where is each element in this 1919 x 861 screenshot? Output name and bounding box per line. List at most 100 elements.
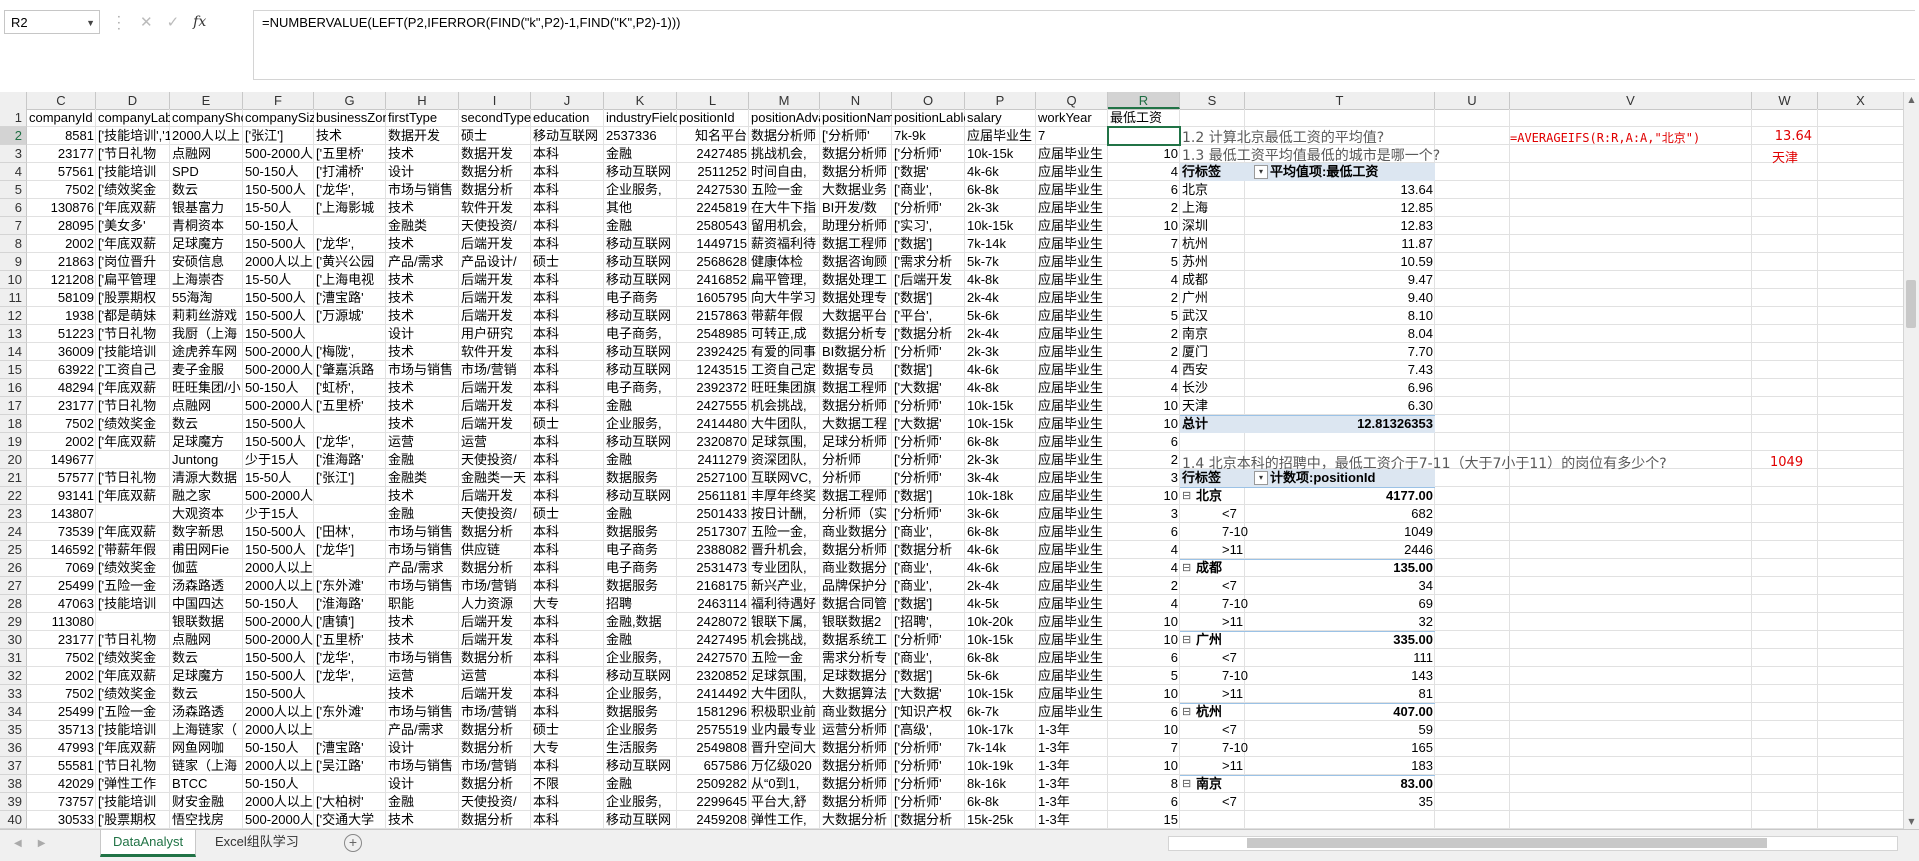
table-cell[interactable]: 2 bbox=[1108, 325, 1180, 343]
table-cell[interactable]: 技术 bbox=[386, 235, 459, 253]
table-cell[interactable]: 本科 bbox=[531, 793, 604, 811]
table-cell[interactable]: 清源大数据 bbox=[170, 469, 243, 487]
table-cell[interactable]: 网鱼网咖 bbox=[170, 739, 243, 757]
table-cell[interactable]: 市场/营销 bbox=[459, 757, 531, 775]
column-header-p[interactable]: P bbox=[965, 92, 1036, 109]
table-cell[interactable]: ['黄兴公园 bbox=[314, 253, 386, 271]
row-header[interactable]: 34 bbox=[0, 703, 27, 721]
pivot2-city-total[interactable]: 83.00 bbox=[1245, 775, 1435, 793]
column-header-l[interactable]: L bbox=[677, 92, 749, 109]
table-cell[interactable]: 63922 bbox=[27, 361, 96, 379]
table-cell[interactable]: ['技能培训','1号店 bbox=[96, 127, 170, 145]
table-cell[interactable]: 应届毕业生 bbox=[1036, 505, 1108, 523]
table-cell[interactable]: 4 bbox=[1108, 361, 1180, 379]
table-cell[interactable]: 2k-3k bbox=[965, 451, 1036, 469]
pivot1-value[interactable]: 6.30 bbox=[1245, 397, 1435, 415]
pivot2-count[interactable]: 143 bbox=[1245, 667, 1435, 685]
table-cell[interactable]: 150-500人 bbox=[243, 289, 314, 307]
column-header-r[interactable]: R bbox=[1108, 92, 1180, 109]
table-cell[interactable]: ['商业', bbox=[892, 523, 965, 541]
worksheet-grid[interactable]: companyIdcompanyLabelListcompanyShortNam… bbox=[27, 109, 1904, 829]
table-cell[interactable]: 本科 bbox=[531, 343, 604, 361]
chevron-down-icon[interactable]: ▼ bbox=[86, 11, 95, 35]
table-cell[interactable]: 500-2000人 bbox=[243, 145, 314, 163]
table-cell[interactable]: 工资自己定 bbox=[749, 361, 820, 379]
table-cell[interactable]: 应届毕业生 bbox=[1036, 469, 1108, 487]
table-cell[interactable]: 55581 bbox=[27, 757, 96, 775]
table-cell[interactable]: ['招聘', bbox=[892, 613, 965, 631]
table-cell[interactable]: ['数据分析 bbox=[892, 811, 965, 829]
column-header-k[interactable]: K bbox=[604, 92, 677, 109]
table-cell[interactable]: 资深团队, bbox=[749, 451, 820, 469]
table-cell[interactable]: 天使投资/ bbox=[459, 217, 531, 235]
row-header[interactable]: 25 bbox=[0, 541, 27, 559]
table-cell[interactable]: 大专 bbox=[531, 595, 604, 613]
row-header[interactable]: 33 bbox=[0, 685, 27, 703]
table-cell[interactable]: 150-500人 bbox=[243, 325, 314, 343]
table-cell[interactable]: 银基富力 bbox=[170, 199, 243, 217]
table-cell[interactable]: 10 bbox=[1108, 613, 1180, 631]
table-cell[interactable]: 留用机会, bbox=[749, 217, 820, 235]
table-cell[interactable]: 技术 bbox=[314, 127, 386, 145]
table-cell[interactable]: 五险一金 bbox=[749, 649, 820, 667]
table-cell[interactable]: 4k-6k bbox=[965, 361, 1036, 379]
table-cell[interactable]: 数据合同管 bbox=[820, 595, 892, 613]
table-cell[interactable]: 130876 bbox=[27, 199, 96, 217]
table-cell[interactable]: 本科 bbox=[531, 613, 604, 631]
table-cell[interactable]: 大数据算法 bbox=[820, 685, 892, 703]
pivot2-count[interactable]: 32 bbox=[1245, 613, 1435, 631]
table-cell[interactable] bbox=[96, 505, 170, 523]
pivot1-value[interactable]: 7.43 bbox=[1245, 361, 1435, 379]
table-cell[interactable]: 移动互联网 bbox=[604, 361, 677, 379]
table-cell[interactable]: ['节日礼物 bbox=[96, 757, 170, 775]
table-cell[interactable]: 金融 bbox=[604, 397, 677, 415]
insert-function-icon[interactable]: fx bbox=[193, 14, 206, 30]
table-cell[interactable]: 2411279 bbox=[677, 451, 749, 469]
table-cell[interactable]: 500-2000人 bbox=[243, 343, 314, 361]
table-cell[interactable]: 2k-3k bbox=[965, 199, 1036, 217]
header-cell[interactable]: firstType bbox=[386, 109, 459, 127]
table-cell[interactable]: ['年底双薪 bbox=[96, 523, 170, 541]
table-cell[interactable]: 数云 bbox=[170, 649, 243, 667]
table-cell[interactable]: 数据服务 bbox=[604, 523, 677, 541]
pivot1-city[interactable]: 深圳 bbox=[1180, 217, 1245, 235]
table-cell[interactable]: 2463114 bbox=[677, 595, 749, 613]
column-header-j[interactable]: J bbox=[531, 92, 604, 109]
row-header[interactable]: 7 bbox=[0, 217, 27, 235]
table-cell[interactable]: 500-2000人 bbox=[243, 613, 314, 631]
table-cell[interactable]: 电子商务 bbox=[604, 289, 677, 307]
table-cell[interactable]: 28095 bbox=[27, 217, 96, 235]
table-cell[interactable]: 2427555 bbox=[677, 397, 749, 415]
table-cell[interactable]: 平台大,舒 bbox=[749, 793, 820, 811]
table-cell[interactable]: 113080 bbox=[27, 613, 96, 631]
row-header[interactable]: 37 bbox=[0, 757, 27, 775]
select-all-corner[interactable] bbox=[0, 92, 27, 109]
table-cell[interactable]: 后端开发 bbox=[459, 379, 531, 397]
table-cell[interactable]: 五险一金, bbox=[749, 523, 820, 541]
table-cell[interactable]: 足球魔方 bbox=[170, 667, 243, 685]
pivot1-value[interactable]: 10.59 bbox=[1245, 253, 1435, 271]
table-cell[interactable]: 助理分析师 bbox=[820, 217, 892, 235]
table-cell[interactable]: 数字新思 bbox=[170, 523, 243, 541]
header-cell[interactable]: positionLables bbox=[892, 109, 965, 127]
table-cell[interactable]: 弹性工作, bbox=[749, 811, 820, 829]
table-cell[interactable]: 4k-6k bbox=[965, 541, 1036, 559]
table-cell[interactable]: 应届毕业生 bbox=[1036, 541, 1108, 559]
table-cell[interactable]: 产品/需求 bbox=[386, 721, 459, 739]
table-cell[interactable]: 5k-7k bbox=[965, 253, 1036, 271]
table-cell[interactable]: ['张江'] bbox=[243, 127, 314, 145]
table-cell[interactable]: ['分析师' bbox=[892, 757, 965, 775]
pivot1-city[interactable]: 上海 bbox=[1180, 199, 1245, 217]
table-cell[interactable]: 2388082 bbox=[677, 541, 749, 559]
table-cell[interactable]: 2 bbox=[1108, 577, 1180, 595]
table-cell[interactable]: 500-2000人 bbox=[243, 361, 314, 379]
table-cell[interactable]: 市场与销售 bbox=[386, 757, 459, 775]
table-cell[interactable]: 7502 bbox=[27, 649, 96, 667]
table-cell[interactable]: 市场与销售 bbox=[386, 361, 459, 379]
q12-answer-cell[interactable]: 13.64 bbox=[1752, 129, 1812, 144]
table-cell[interactable]: 2157863 bbox=[677, 307, 749, 325]
table-cell[interactable]: ['技能培训 bbox=[96, 721, 170, 739]
table-cell[interactable]: ['美女多' bbox=[96, 217, 170, 235]
table-cell[interactable]: 途虎养车网 bbox=[170, 343, 243, 361]
table-cell[interactable]: 数据工程师 bbox=[820, 379, 892, 397]
